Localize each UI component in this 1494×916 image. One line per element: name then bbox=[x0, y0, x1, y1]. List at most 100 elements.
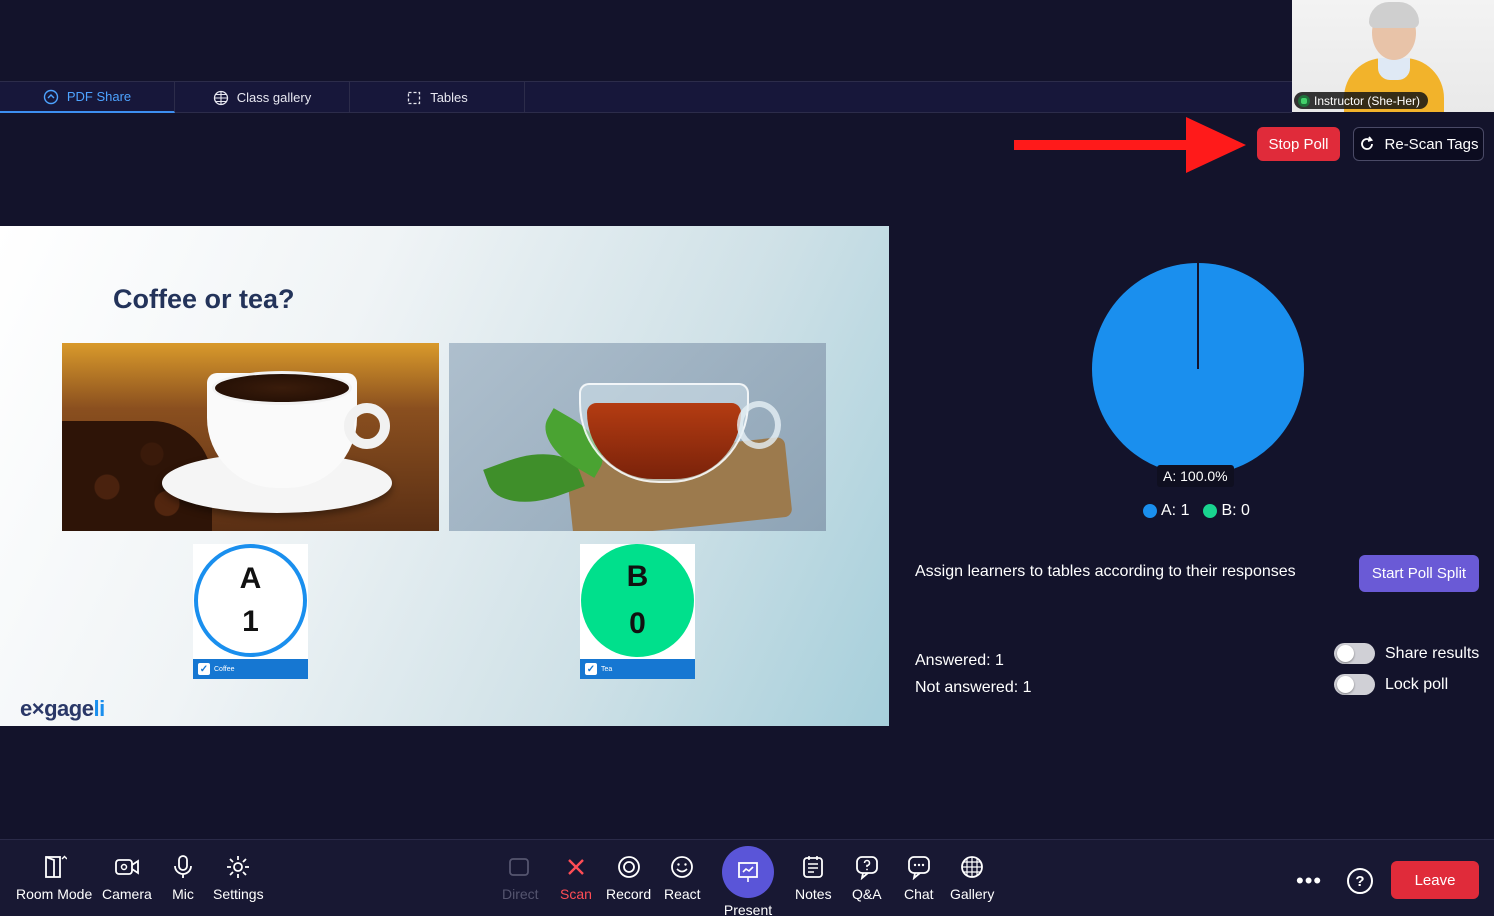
share-icon bbox=[43, 89, 59, 104]
mic-label: Mic bbox=[172, 886, 194, 902]
lock-poll-toggle[interactable] bbox=[1334, 674, 1375, 695]
share-results-toggle[interactable] bbox=[1334, 643, 1375, 664]
start-poll-split-button[interactable]: Start Poll Split bbox=[1359, 555, 1479, 592]
tab-pdf-share[interactable]: PDF Share bbox=[0, 82, 175, 113]
react-label: React bbox=[664, 886, 701, 902]
chat-label: Chat bbox=[904, 886, 934, 902]
settings-button[interactable]: Settings bbox=[213, 854, 264, 902]
presentation-icon bbox=[738, 862, 758, 882]
option-letter: B bbox=[626, 560, 649, 594]
mic-active-icon bbox=[1298, 94, 1310, 107]
option-letter: A bbox=[239, 562, 262, 596]
tables-icon bbox=[408, 91, 421, 104]
coffee-image bbox=[62, 343, 439, 531]
grid-globe-icon bbox=[213, 90, 228, 105]
notes-label: Notes bbox=[795, 886, 832, 902]
response-tag-b: B 0 ✓ Tea bbox=[580, 544, 695, 679]
participant-name: Instructor (She-Her) bbox=[1314, 93, 1421, 108]
scan-label: Scan bbox=[560, 886, 592, 902]
chat-icon bbox=[907, 856, 930, 880]
option-count: 0 bbox=[629, 606, 646, 640]
rescan-label: Re-Scan Tags bbox=[1384, 135, 1479, 153]
pie-slice-label: A: 100.0% bbox=[1157, 465, 1234, 487]
question-bubble-icon bbox=[855, 856, 878, 880]
option-label: Tea bbox=[601, 665, 613, 673]
option-a-strip: ✓ Coffee bbox=[193, 659, 308, 679]
person-collar bbox=[1378, 58, 1410, 80]
direct-label: Direct bbox=[502, 886, 539, 902]
notes-button[interactable]: Notes bbox=[795, 854, 832, 902]
option-label: Coffee bbox=[214, 665, 235, 673]
mic-button[interactable]: Mic bbox=[170, 854, 196, 902]
react-button[interactable]: React bbox=[664, 854, 701, 902]
gallery-icon bbox=[961, 856, 984, 878]
logo-prefix: e bbox=[20, 696, 32, 721]
tea-image bbox=[449, 343, 826, 531]
qa-label: Q&A bbox=[852, 886, 882, 902]
present-circle bbox=[722, 846, 774, 898]
smiley-icon bbox=[671, 856, 694, 878]
scan-button[interactable]: Scan bbox=[560, 854, 592, 902]
camera-button[interactable]: Camera bbox=[102, 854, 152, 902]
lock-poll-row: Lock poll bbox=[1334, 674, 1448, 695]
engageli-logo: e×gageli bbox=[20, 696, 105, 721]
settings-label: Settings bbox=[213, 886, 264, 902]
legend-label-b: B: 0 bbox=[1221, 502, 1250, 519]
gear-icon bbox=[227, 856, 250, 878]
tab-label: Tables bbox=[430, 90, 468, 105]
gallery-button[interactable]: Gallery bbox=[950, 854, 994, 902]
gallery-label: Gallery bbox=[950, 886, 995, 902]
legend-label-a: A: 1 bbox=[1161, 502, 1190, 519]
record-label: Record bbox=[606, 886, 652, 902]
refresh-icon bbox=[1360, 136, 1373, 150]
share-results-row: Share results bbox=[1334, 643, 1479, 664]
direct-button[interactable]: Direct bbox=[502, 854, 539, 902]
logo-suffix: li bbox=[93, 696, 105, 721]
checkbox-icon: ✓ bbox=[198, 663, 210, 675]
room-mode-label: Room Mode bbox=[16, 886, 93, 902]
poll-pie-chart bbox=[1092, 263, 1304, 475]
arrow-annotation-top bbox=[1014, 117, 1246, 173]
direct-icon bbox=[509, 858, 530, 876]
qa-button[interactable]: Q&A bbox=[852, 854, 882, 902]
checkbox-icon: ✓ bbox=[585, 663, 597, 675]
camera-icon bbox=[114, 859, 139, 875]
tab-label: PDF Share bbox=[66, 89, 132, 104]
close-icon bbox=[568, 859, 584, 875]
help-icon[interactable]: ? bbox=[1347, 868, 1373, 894]
tab-label: Class gallery bbox=[236, 90, 312, 105]
option-b-circle: B 0 bbox=[581, 544, 694, 657]
share-results-label: Share results bbox=[1385, 644, 1480, 662]
tab-class-gallery[interactable]: Class gallery bbox=[175, 82, 350, 113]
record-icon bbox=[617, 856, 640, 878]
slide-title: Coffee or tea? bbox=[113, 284, 295, 314]
camera-label: Camera bbox=[102, 886, 152, 902]
pie-legend: A: 1 B: 0 bbox=[1143, 502, 1250, 520]
instructor-video[interactable]: Instructor (She-Her) bbox=[1292, 0, 1494, 112]
stop-poll-button[interactable]: Stop Poll bbox=[1257, 127, 1340, 161]
option-count: 1 bbox=[242, 604, 259, 638]
answered-count: Answered: 1 bbox=[915, 652, 1004, 669]
response-tag-a: A 1 ✓ Coffee bbox=[193, 544, 308, 679]
present-label: Present bbox=[723, 902, 773, 916]
room-mode-icon bbox=[45, 855, 68, 878]
option-b-strip: ✓ Tea bbox=[580, 659, 695, 679]
record-button[interactable]: Record bbox=[606, 854, 651, 902]
present-button[interactable]: Present bbox=[722, 846, 774, 916]
pdf-slide: Coffee or tea? A 1 ✓ Coffee B 0 ✓ Tea e×… bbox=[0, 226, 889, 726]
person-hair bbox=[1369, 2, 1419, 28]
tab-tables[interactable]: Tables bbox=[350, 82, 525, 113]
legend-item-a: A: 1 bbox=[1143, 502, 1189, 520]
leave-button[interactable]: Leave bbox=[1391, 861, 1479, 899]
lock-poll-label: Lock poll bbox=[1385, 675, 1449, 693]
not-answered-count: Not answered: 1 bbox=[915, 679, 1032, 696]
room-mode-button[interactable]: Room Mode bbox=[16, 854, 92, 902]
rescan-tags-button[interactable]: Re-Scan Tags bbox=[1353, 127, 1484, 161]
chat-button[interactable]: Chat bbox=[904, 854, 934, 902]
logo-main: gage bbox=[44, 696, 94, 721]
participant-name-tag: Instructor (She-Her) bbox=[1294, 92, 1429, 109]
notes-icon bbox=[803, 856, 824, 878]
mic-icon bbox=[174, 855, 192, 878]
bottom-toolbar: Room Mode Camera Mic Settings Direct Sca… bbox=[0, 839, 1494, 916]
more-options-icon[interactable]: ••• bbox=[1296, 868, 1322, 894]
